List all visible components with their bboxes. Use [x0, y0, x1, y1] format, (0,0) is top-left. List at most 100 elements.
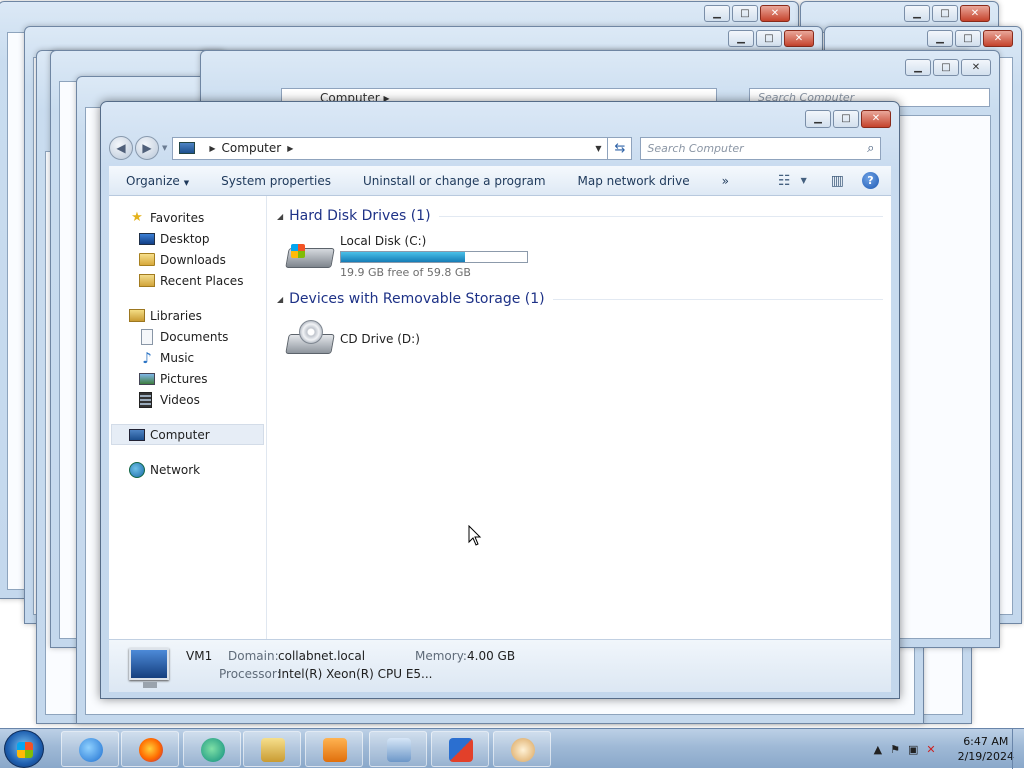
maximize-icon[interactable]: □: [955, 30, 981, 47]
maximize-icon[interactable]: □: [756, 30, 782, 47]
search-icon[interactable]: ⌕: [867, 141, 874, 156]
start-button[interactable]: [4, 730, 44, 768]
nav-item-downloads[interactable]: Downloads: [109, 249, 266, 270]
refresh-button[interactable]: ⇆: [608, 136, 633, 160]
minimize-icon[interactable]: ▁: [927, 30, 953, 47]
nav-item-desktop[interactable]: Desktop: [109, 228, 266, 249]
taskbar-setup-app[interactable]: [493, 731, 551, 767]
explorer-window[interactable]: ▁ □ ✕ ◀ ▶ ▼ ▶ Computer ▶ ▼ ⇆ Search Comp…: [100, 101, 900, 699]
window-caption-buttons: ▁ □ ✕: [805, 110, 891, 128]
network-status-icon[interactable]: ▣: [908, 743, 918, 756]
minimize-icon[interactable]: ▁: [904, 5, 930, 22]
taskbar-remote-app[interactable]: [431, 731, 489, 767]
content-area: ★ Favorites Desktop Downloads Recent Plac…: [109, 196, 891, 639]
taskbar-firefox[interactable]: [121, 731, 179, 767]
back-button[interactable]: ◀: [109, 136, 133, 160]
recent-pages-chevron-icon[interactable]: ▼: [162, 144, 167, 152]
maximize-button[interactable]: □: [833, 110, 859, 128]
preview-pane-icon[interactable]: ▥: [831, 173, 844, 189]
taskbar-chat-app[interactable]: [183, 731, 241, 767]
minimize-icon[interactable]: ▁: [905, 59, 931, 76]
minimize-icon[interactable]: ▁: [728, 30, 754, 47]
documents-icon: [141, 328, 153, 345]
taskbar-media-player[interactable]: [305, 731, 363, 767]
address-dropdown-icon[interactable]: ▼: [589, 144, 607, 153]
address-location[interactable]: Computer: [222, 141, 282, 155]
nav-item-documents[interactable]: Documents: [109, 326, 266, 347]
notification-area: ▲ ⚑ ▣ ✕ 6:47 AM 2/19/2024: [874, 729, 1014, 769]
close-icon[interactable]: ✕: [983, 30, 1013, 47]
chat-bubble-icon: [201, 738, 225, 762]
map-network-drive-button[interactable]: Map network drive: [561, 174, 705, 188]
search-input[interactable]: Search Computer ⌕: [640, 136, 882, 160]
close-button[interactable]: ✕: [861, 110, 891, 128]
change-view-icon[interactable]: ☷: [778, 173, 791, 189]
taskbar-windows-explorer[interactable]: [243, 731, 301, 767]
taskbar-control-panel[interactable]: [369, 731, 427, 767]
drive-item-d[interactable]: CD Drive (D:): [285, 320, 420, 358]
show-hidden-icons-icon[interactable]: ▲: [874, 743, 882, 756]
nav-libraries[interactable]: Libraries: [109, 305, 266, 326]
clock-date: 2/19/2024: [957, 750, 1014, 763]
action-center-flag-icon[interactable]: ⚑: [890, 743, 900, 756]
nav-favorites-label: Favorites: [150, 210, 205, 225]
group-divider: [552, 298, 883, 300]
group-title: Hard Disk Drives (1): [289, 208, 431, 224]
mouse-cursor-icon: [468, 525, 482, 546]
command-bar: Organize ▼ System properties Uninstall or…: [109, 166, 891, 196]
nav-computer[interactable]: Computer: [111, 424, 264, 445]
forward-button[interactable]: ▶: [135, 136, 159, 160]
nav-item-videos[interactable]: Videos: [109, 389, 266, 410]
close-icon[interactable]: ✕: [961, 59, 991, 76]
drive-item-c[interactable]: Local Disk (C:) 19.9 GB free of 59.8 GB: [285, 234, 528, 279]
maximize-icon[interactable]: □: [732, 5, 758, 22]
system-properties-button[interactable]: System properties: [204, 174, 346, 188]
maximize-icon[interactable]: □: [933, 59, 959, 76]
folder-icon: [261, 738, 285, 762]
more-commands-button[interactable]: »: [705, 174, 744, 188]
breadcrumb-arrow-icon[interactable]: ▶: [287, 144, 293, 153]
refresh-icon: ⇆: [614, 140, 626, 156]
maximize-icon[interactable]: □: [932, 5, 958, 22]
nav-item-recent-places[interactable]: Recent Places: [109, 270, 266, 291]
group-header-removable-storage[interactable]: ◢ Devices with Removable Storage (1): [277, 288, 883, 310]
collapse-triangle-icon[interactable]: ◢: [277, 295, 283, 304]
minimize-button[interactable]: ▁: [805, 110, 831, 128]
desktop-icon: [139, 232, 155, 245]
downloads-folder-icon: [139, 253, 155, 266]
nav-item-music[interactable]: ♪ Music: [109, 347, 266, 368]
file-list-pane[interactable]: ◢ Hard Disk Drives (1) Local Disk (C:) 1…: [267, 196, 891, 639]
system-clock[interactable]: 6:47 AM 2/19/2024: [958, 734, 1014, 764]
group-divider: [438, 215, 883, 217]
nav-item-label: Desktop: [160, 231, 210, 246]
computer-name: VM1: [186, 649, 213, 663]
close-icon[interactable]: ✕: [960, 5, 990, 22]
address-bar[interactable]: ▶ Computer ▶ ▼: [172, 136, 609, 160]
setup-icon: [511, 738, 535, 762]
nav-item-label: Downloads: [160, 252, 226, 267]
processor-value: Intel(R) Xeon(R) CPU E5...: [278, 667, 433, 681]
close-icon[interactable]: ✕: [784, 30, 814, 47]
taskbar-internet-explorer[interactable]: [61, 731, 119, 767]
processor-label: Processor:: [219, 667, 281, 681]
help-icon[interactable]: ?: [862, 172, 879, 189]
minimize-icon[interactable]: ▁: [704, 5, 730, 22]
navigation-pane[interactable]: ★ Favorites Desktop Downloads Recent Plac…: [109, 196, 267, 639]
breadcrumb-arrow-icon[interactable]: ▶: [209, 144, 215, 153]
cd-drive-icon: [285, 320, 335, 358]
show-desktop-button[interactable]: [1012, 729, 1024, 769]
uninstall-program-button[interactable]: Uninstall or change a program: [346, 174, 561, 188]
group-header-hard-disk-drives[interactable]: ◢ Hard Disk Drives (1): [277, 205, 883, 227]
nav-item-label: Recent Places: [160, 273, 244, 288]
volume-muted-icon[interactable]: ✕: [926, 743, 935, 756]
drive-capacity-fill: [341, 252, 466, 262]
close-icon[interactable]: ✕: [760, 5, 790, 22]
nav-computer-label: Computer: [150, 427, 210, 442]
organize-button[interactable]: Organize ▼: [109, 174, 204, 188]
nav-network[interactable]: Network: [109, 459, 266, 480]
nav-item-pictures[interactable]: Pictures: [109, 368, 266, 389]
collapse-triangle-icon[interactable]: ◢: [277, 212, 283, 221]
group-title: Devices with Removable Storage (1): [289, 291, 545, 307]
view-options-chevron-icon[interactable]: ▼: [801, 176, 807, 185]
nav-favorites[interactable]: ★ Favorites: [109, 207, 266, 228]
